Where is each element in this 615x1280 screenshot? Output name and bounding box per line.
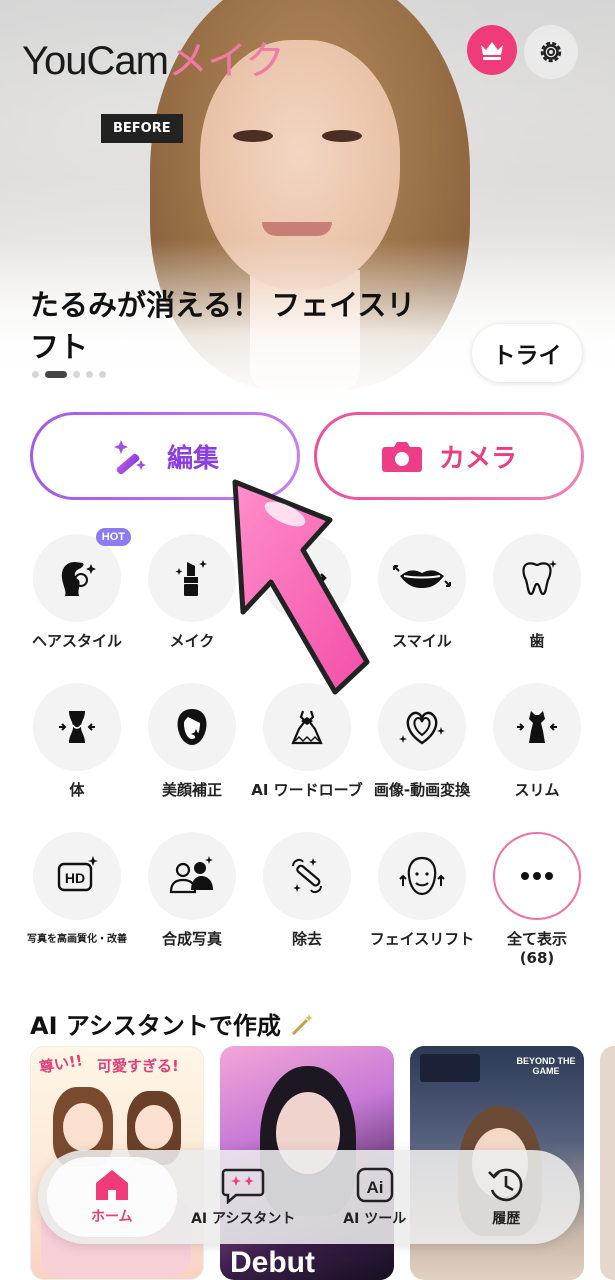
wardrobe-icon [291, 710, 323, 745]
beauty-face-icon [177, 709, 207, 745]
nav-history[interactable]: 履歴 [441, 1157, 571, 1237]
svg-text:Ai: Ai [366, 1178, 383, 1197]
group-photo-icon [169, 856, 213, 894]
feature-face-lift[interactable]: フェイスリフト [363, 832, 481, 949]
ai-section-title: AI アシスタントで作成 [30, 1006, 315, 1041]
more-icon [521, 872, 553, 880]
card-art-face [135, 1105, 173, 1149]
nav-label: 履歴 [492, 1211, 521, 1227]
magic-wand-icon [113, 440, 146, 475]
card-scoreboard [420, 1054, 480, 1082]
gear-icon [540, 41, 562, 63]
feature-label: 除去 [291, 930, 322, 948]
carousel-dots [32, 371, 106, 378]
feature-label: AI ワードローブ [251, 781, 363, 799]
hero-title: たるみが消える！ フェイスリフト [30, 288, 416, 364]
feature-label: 体 [69, 781, 85, 799]
feature-label: スリム [514, 781, 560, 799]
feature-image-to-video[interactable]: 画像-動画変換 [363, 683, 481, 800]
tooth-icon [522, 560, 557, 596]
feature-hd[interactable]: HD 写真を高画質化・改善 [18, 832, 136, 949]
face-lift-icon [399, 856, 445, 896]
app-logo: YouCamメイク [22, 28, 285, 86]
carousel-dot [32, 371, 39, 378]
feature-remove[interactable]: 除去 [248, 832, 366, 949]
remove-icon [292, 858, 322, 894]
carousel-dot [99, 371, 106, 378]
feature-body[interactable]: 体 [18, 683, 136, 800]
card-sticker-text: 尊い!! [37, 1051, 85, 1077]
carousel-dot [73, 371, 80, 378]
sparkle-wand-icon [292, 1014, 314, 1036]
carousel-dot-active [45, 371, 67, 378]
nav-ai-tools[interactable]: Ai AI ツール [310, 1157, 440, 1237]
ai-tools-icon: Ai [356, 1167, 393, 1203]
smile-icon [393, 565, 451, 588]
feature-label: スマイル [392, 632, 452, 650]
before-badge: BEFORE [101, 114, 183, 143]
feature-label: 歯 [529, 632, 545, 650]
hd-icon: HD [57, 856, 98, 892]
hot-badge: HOT [95, 528, 131, 546]
feature-smile[interactable]: スマイル [363, 534, 481, 651]
premium-button[interactable] [467, 25, 517, 75]
nav-label: AI アシスタント [191, 1211, 296, 1227]
feature-label: 画像-動画変換 [373, 781, 471, 799]
pointer-arrow-icon [232, 479, 370, 695]
slim-icon [517, 711, 557, 743]
bottom-nav: ホーム AI アシスタント Ai AI ツール 履歴 [38, 1150, 580, 1244]
card-caption: Debut [230, 1246, 315, 1279]
camera-label: カメラ [438, 443, 517, 474]
settings-button[interactable] [524, 25, 578, 79]
nav-label: ホーム [90, 1209, 133, 1225]
ai-assistant-icon [222, 1168, 265, 1204]
home-icon [95, 1170, 128, 1200]
feature-label: 写真を高画質化・改善 [27, 934, 127, 945]
hair-icon [61, 562, 96, 596]
feature-hairstyle[interactable]: HOT ヘアスタイル [18, 528, 136, 651]
crown-icon [481, 42, 503, 60]
card-caption: BEYOND THE GAME [516, 1056, 576, 1076]
history-icon [488, 1168, 523, 1202]
hero-model-eye-left [233, 130, 273, 142]
feature-label: ヘアスタイル [31, 632, 122, 650]
try-button[interactable]: トライ [472, 324, 582, 382]
card-caption: 可愛すぎる! [97, 1057, 179, 1075]
hero-model-eye-right [322, 130, 362, 142]
feature-group-photo[interactable]: 合成写真 [133, 832, 251, 949]
nav-label: AI ツール [343, 1211, 407, 1227]
edit-label: 編集 [166, 443, 219, 474]
logo-latin: YouCam [22, 39, 169, 83]
svg-text:HD: HD [65, 870, 85, 886]
feature-label: 合成写真 [161, 930, 222, 948]
feature-label: フェイスリフト [369, 930, 475, 948]
feature-teeth[interactable]: 歯 [478, 534, 596, 651]
nav-home[interactable]: ホーム [46, 1157, 177, 1237]
feature-show-all[interactable]: 全て表示 (68) [478, 832, 596, 968]
logo-kana: メイク [167, 38, 285, 84]
hero-model-mouth [262, 222, 332, 236]
nav-ai-assistant[interactable]: AI アシスタント [178, 1157, 308, 1237]
ai-section-title-text: AI アシスタントで作成 [30, 1012, 281, 1040]
feature-label: 全て表示 (68) [506, 930, 567, 967]
feature-label: 美顔補正 [161, 781, 222, 799]
body-icon [59, 711, 95, 743]
card-art-face [63, 1103, 103, 1151]
ai-card-peek[interactable] [600, 1046, 615, 1280]
carousel-dot [86, 371, 93, 378]
camera-icon [381, 442, 422, 472]
feature-slim[interactable]: スリム [478, 683, 596, 800]
image-to-video-icon [399, 711, 445, 745]
